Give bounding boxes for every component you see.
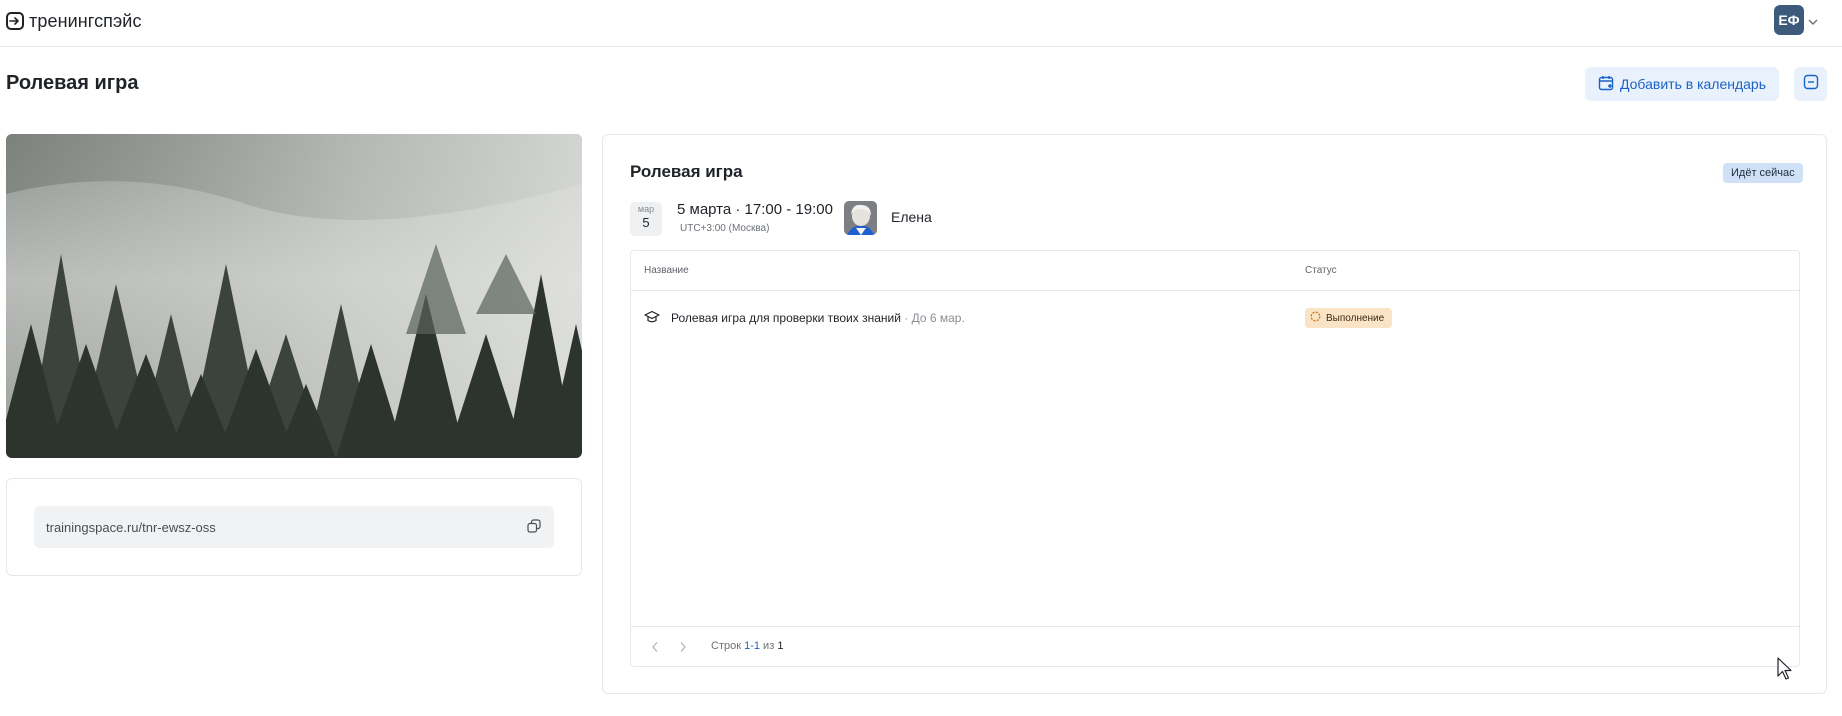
chevron-left-icon[interactable] — [651, 640, 659, 658]
event-details-panel: Ролевая игра Идёт сейчас мар 5 5 марта ·… — [602, 134, 1827, 694]
task-due: · До 6 мар. — [900, 311, 965, 325]
task-status-badge: Выполнение — [1305, 308, 1393, 328]
pagination-of: из — [760, 640, 778, 652]
minus-square-icon — [1803, 74, 1819, 95]
pagination-info: Строк 1-1 из 1 — [711, 640, 783, 652]
collapse-button[interactable] — [1794, 67, 1827, 101]
copy-icon[interactable] — [527, 519, 541, 536]
task-title-text: Ролевая игра для проверки твоих знаний — [671, 311, 901, 325]
event-title: Ролевая игра — [630, 162, 743, 181]
event-datetime: 5 марта · 17:00 - 19:00 — [677, 201, 833, 218]
mouse-cursor-icon — [1777, 657, 1793, 686]
chevron-right-icon[interactable] — [679, 640, 687, 658]
top-bar: тренингспэйс ЕФ — [0, 0, 1842, 47]
column-header-status[interactable]: Статус — [1305, 265, 1337, 276]
pagination-prefix: Строк — [711, 640, 745, 652]
date-badge: мар 5 — [630, 202, 662, 236]
share-link-text: trainingspace.ru/tnr-ewsz-oss — [46, 519, 216, 535]
task-title[interactable]: Ролевая игра для проверки твоих знаний ·… — [671, 311, 965, 325]
share-link-field[interactable]: trainingspace.ru/tnr-ewsz-oss — [34, 506, 554, 548]
date-day: 5 — [642, 215, 650, 230]
task-status-text: Выполнение — [1326, 312, 1385, 324]
event-cover-image — [6, 134, 582, 458]
table-pagination: Строк 1-1 из 1 — [631, 626, 1799, 666]
user-avatar-button[interactable]: ЕФ — [1774, 5, 1804, 35]
pagination-total: 1 — [777, 640, 784, 652]
table-row[interactable]: Ролевая игра для проверки твоих знаний ·… — [631, 291, 1799, 347]
graduation-cap-icon — [644, 310, 660, 329]
enter-arrow-icon — [6, 12, 24, 30]
add-to-calendar-button[interactable]: Добавить в календарь — [1585, 67, 1779, 101]
host-name: Елена — [891, 209, 932, 225]
host-avatar — [844, 201, 877, 235]
event-timezone: UTC+3:00 (Москва) — [680, 223, 770, 234]
column-header-name[interactable]: Название — [644, 265, 689, 276]
progress-circle-icon — [1310, 311, 1321, 325]
status-badge: Идёт сейчас — [1723, 163, 1803, 183]
date-month: мар — [637, 204, 655, 214]
page-title: Ролевая игра — [6, 72, 139, 94]
logo-text: тренингспэйс — [29, 10, 142, 31]
share-link-card: trainingspace.ru/tnr-ewsz-oss — [6, 478, 582, 576]
logo[interactable]: тренингспэйс — [6, 10, 142, 32]
calendar-plus-icon — [1598, 75, 1614, 94]
tasks-table: Название Статус Ролевая игра для проверк… — [630, 250, 1800, 667]
add-to-calendar-label: Добавить в календарь — [1619, 76, 1767, 92]
chevron-down-icon[interactable] — [1808, 13, 1818, 31]
pagination-range: 1-1 — [744, 640, 760, 652]
table-header: Название Статус — [631, 251, 1799, 291]
